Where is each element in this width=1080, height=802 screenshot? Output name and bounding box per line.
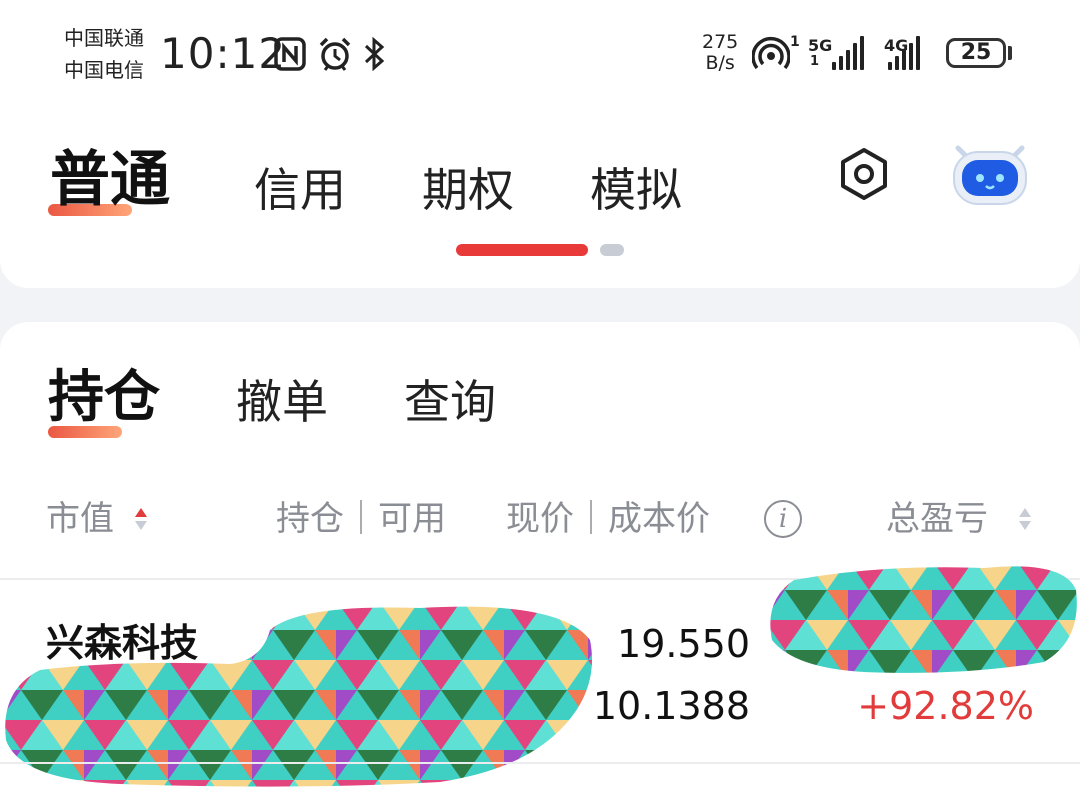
bluetooth-icon — [360, 36, 390, 72]
sim1-label: 5G — [808, 36, 833, 55]
pager-indicator-dot — [600, 244, 624, 256]
hotspot-icon — [752, 36, 790, 72]
carrier-names: 中国联通 中国电信 — [64, 22, 144, 86]
signal-sim2-icon — [888, 36, 920, 70]
alarm-icon — [316, 36, 354, 72]
column-position-available: 持仓｜可用 — [276, 499, 446, 539]
tab-simulation[interactable]: 模拟 — [590, 158, 682, 222]
status-bar: 中国联通 中国电信 10:12 275 B/s 1 5G 1 4G 25 — [0, 0, 1080, 100]
tab-holdings[interactable]: 持仓 — [48, 366, 160, 430]
robot-assistant-icon[interactable] — [948, 138, 1032, 208]
battery-level: 25 — [960, 40, 992, 65]
holdings-card: 持仓 撤单 查询 市值 持仓｜可用 现价｜成本价 i 总盈亏 兴森科技 19.5… — [0, 322, 1080, 802]
battery-icon: 25 — [946, 38, 1006, 68]
sort-market-value-icon[interactable] — [134, 506, 148, 532]
pager-indicator-active — [456, 244, 588, 256]
redaction-mark-pl — [770, 566, 1077, 673]
column-market-value[interactable]: 市值 — [46, 496, 114, 542]
sim1-sub: 1 — [810, 54, 820, 69]
carrier-1: 中国联通 — [64, 26, 144, 50]
column-total-pl[interactable]: 总盈亏 — [886, 496, 988, 542]
tab-normal[interactable]: 普通 — [50, 148, 170, 212]
tab-options[interactable]: 期权 — [422, 158, 514, 222]
tab-credit[interactable]: 信用 — [254, 158, 346, 222]
tab-query[interactable]: 查询 — [404, 370, 496, 434]
sort-total-pl-icon[interactable] — [1018, 506, 1032, 532]
column-price-cost: 现价｜成本价 — [506, 499, 710, 539]
clock: 10:12 — [160, 29, 287, 78]
carrier-2: 中国电信 — [64, 58, 144, 82]
profit-loss-percent: +92.82% — [857, 684, 1034, 728]
account-tabs-area: 普通 信用 期权 模拟 — [0, 100, 1080, 288]
row-divider — [0, 762, 1080, 764]
tab-cancel-order[interactable]: 撤单 — [236, 370, 328, 434]
net-speed: 275 B/s — [702, 32, 738, 74]
current-price: 19.550 — [617, 622, 750, 666]
info-icon[interactable]: i — [764, 500, 802, 538]
nfc-icon — [272, 36, 308, 72]
net-speed-unit: B/s — [705, 52, 735, 74]
net-speed-value: 275 — [702, 31, 739, 53]
hotspot-count: 1 — [790, 34, 800, 50]
settings-icon[interactable] — [836, 146, 892, 202]
signal-sim1-icon — [832, 36, 864, 70]
battery-tip — [1008, 46, 1012, 60]
cost-price: 10.1388 — [592, 684, 750, 728]
